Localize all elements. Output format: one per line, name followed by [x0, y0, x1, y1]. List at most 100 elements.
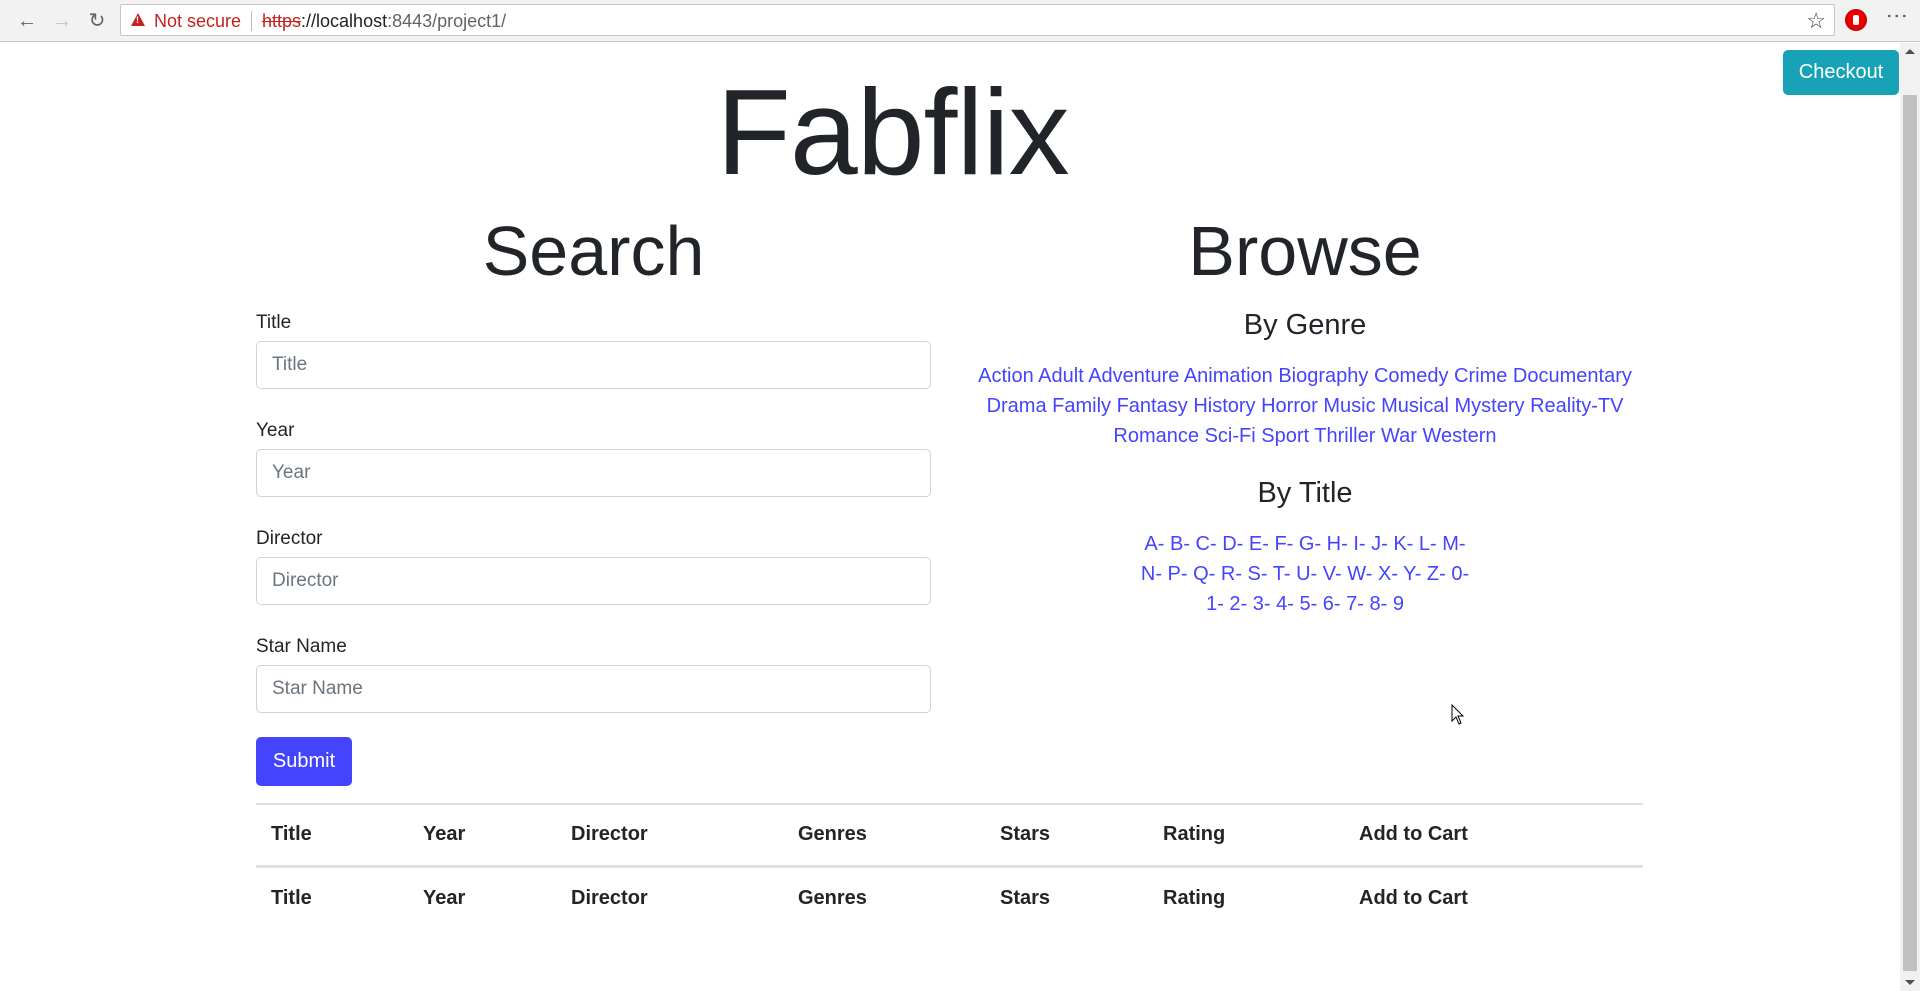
title-letter-list: A- B- C- D- E- F- G- H- I- J- K- L- M- N… [1140, 533, 1470, 615]
star-name-input[interactable] [256, 665, 931, 713]
title-letter-link[interactable]: 9 [1393, 593, 1404, 615]
title-input[interactable] [256, 341, 931, 389]
genre-list: Action Adult Adventure Animation Biograp… [965, 361, 1645, 451]
security-indicator[interactable]: Not secure [154, 11, 241, 32]
title-letter-link[interactable]: X [1378, 563, 1391, 585]
vertical-scrollbar[interactable] [1900, 43, 1920, 991]
column-header-title: Title [256, 864, 408, 930]
column-header-director: Director [556, 803, 783, 866]
url-text[interactable]: https://localhost:8443/project1/ [262, 11, 506, 32]
title-letter-link[interactable]: 8 [1369, 593, 1380, 615]
title-letter-link[interactable]: H [1327, 533, 1341, 555]
title-letter-link[interactable]: 5 [1299, 593, 1310, 615]
site-title: Fabflix [716, 64, 1069, 200]
divider [251, 11, 252, 31]
title-letter-link[interactable]: D [1222, 533, 1236, 555]
title-letter-link[interactable]: E [1249, 533, 1262, 555]
title-letter-link[interactable]: J [1371, 533, 1381, 555]
genre-link[interactable]: Fantasy [1117, 395, 1188, 417]
genre-link[interactable]: History [1193, 395, 1255, 417]
title-letter-link[interactable]: L [1419, 533, 1430, 555]
url-path: :8443/project1/ [387, 11, 507, 31]
column-header-add-to-cart: Add to Cart [1344, 803, 1643, 866]
title-letter-link[interactable]: Q [1193, 563, 1209, 585]
genre-link[interactable]: Reality-TV [1530, 395, 1623, 417]
year-input[interactable] [256, 449, 931, 497]
director-input[interactable] [256, 557, 931, 605]
genre-link[interactable]: Adventure [1088, 365, 1179, 387]
genre-link[interactable]: Thriller [1314, 425, 1375, 447]
genre-link[interactable]: Romance [1113, 425, 1199, 447]
search-section: Search Title Year Director Star Name Sub… [256, 205, 931, 786]
title-letter-link[interactable]: C [1196, 533, 1210, 555]
genre-link[interactable]: Musical [1381, 395, 1449, 417]
title-letter-link[interactable]: T [1273, 563, 1284, 585]
genre-link[interactable]: Animation [1184, 365, 1273, 387]
column-header-stars: Stars [985, 803, 1148, 866]
title-letter-link[interactable]: 4 [1276, 593, 1287, 615]
browse-section: Browse By Genre Action Adult Adventure A… [960, 205, 1650, 619]
column-header-rating: Rating [1148, 803, 1344, 866]
genre-link[interactable]: Horror [1261, 395, 1318, 417]
title-letter-link[interactable]: A [1144, 533, 1157, 555]
scroll-thumb[interactable] [1903, 95, 1917, 971]
genre-link[interactable]: Adult [1038, 365, 1084, 387]
genre-link[interactable]: Mystery [1455, 395, 1525, 417]
title-letter-link[interactable]: 6 [1323, 593, 1334, 615]
genre-link[interactable]: Sci-Fi [1205, 425, 1256, 447]
genre-link[interactable]: Comedy [1374, 365, 1448, 387]
genre-link[interactable]: Sport [1261, 425, 1309, 447]
title-letter-link[interactable]: U [1296, 563, 1310, 585]
genre-link[interactable]: Action [978, 365, 1034, 387]
reload-icon[interactable]: ↻ [84, 8, 110, 34]
year-label: Year [256, 420, 295, 441]
scroll-up-icon[interactable] [1905, 49, 1915, 54]
table-header-row: Title Year Director Genres Stars Rating Add to… [256, 864, 1643, 930]
title-letter-link[interactable]: S [1248, 563, 1261, 585]
title-letter-link[interactable]: 1 [1206, 593, 1217, 615]
opera-extension-icon[interactable] [1845, 9, 1867, 31]
title-letter-link[interactable]: 0 [1451, 563, 1462, 585]
scroll-down-icon[interactable] [1905, 980, 1915, 985]
title-letter-link[interactable]: F [1274, 533, 1286, 555]
menu-icon[interactable]: ⋮ [1885, 5, 1910, 25]
address-bar[interactable]: Not secure https://localhost:8443/projec… [120, 4, 1835, 36]
genre-link[interactable]: Western [1422, 425, 1496, 447]
search-form: Title Year Director Star Name Submit [256, 305, 931, 786]
title-letter-link[interactable]: R [1221, 563, 1235, 585]
column-header-rating: Rating [1148, 864, 1344, 930]
title-letter-link[interactable]: 7 [1346, 593, 1357, 615]
genre-link[interactable]: Music [1323, 395, 1375, 417]
title-letter-link[interactable]: B [1170, 533, 1183, 555]
title-letter-link[interactable]: N [1141, 563, 1155, 585]
title-letter-link[interactable]: Z [1427, 563, 1439, 585]
genre-link[interactable]: Biography [1278, 365, 1368, 387]
submit-button[interactable]: Submit [256, 737, 352, 786]
title-letter-link[interactable]: 3 [1253, 593, 1264, 615]
director-label: Director [256, 528, 323, 549]
genre-link[interactable]: Drama [987, 395, 1047, 417]
title-label: Title [256, 312, 292, 333]
column-header-year: Year [408, 864, 556, 930]
forward-icon[interactable]: → [49, 8, 75, 34]
column-header-title: Title [256, 803, 408, 866]
title-letter-link[interactable]: K [1393, 533, 1406, 555]
star-icon[interactable]: ☆ [1806, 8, 1826, 34]
title-letter-link[interactable]: I [1353, 533, 1359, 555]
title-letter-link[interactable]: M [1442, 533, 1459, 555]
title-letter-link[interactable]: Y [1403, 563, 1415, 585]
search-heading: Search [482, 212, 705, 290]
title-letter-link[interactable]: P [1168, 563, 1181, 585]
title-letter-link[interactable]: V [1323, 563, 1335, 585]
genre-link[interactable]: Documentary [1513, 365, 1632, 387]
genre-link[interactable]: Family [1052, 395, 1111, 417]
title-letter-link[interactable]: W [1347, 563, 1366, 585]
title-letter-link[interactable]: G [1299, 533, 1315, 555]
checkout-button[interactable]: Checkout [1783, 50, 1899, 95]
genre-link[interactable]: Crime [1454, 365, 1507, 387]
column-header-stars: Stars [985, 864, 1148, 930]
genre-link[interactable]: War [1381, 425, 1417, 447]
title-letter-link[interactable]: 2 [1229, 593, 1240, 615]
column-header-year: Year [408, 803, 556, 866]
back-icon[interactable]: ← [14, 8, 40, 34]
